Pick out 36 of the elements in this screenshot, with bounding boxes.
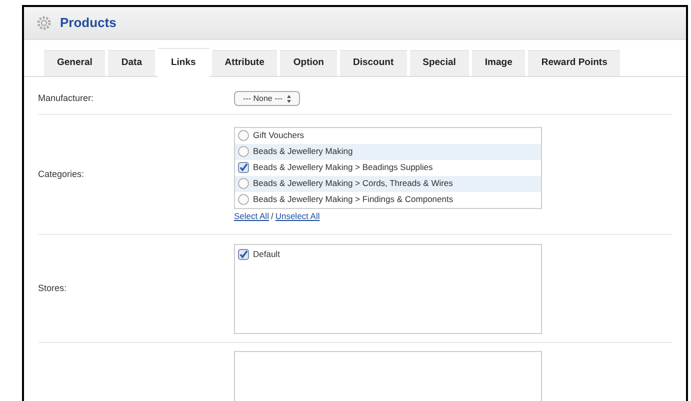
tab[interactable]: Special bbox=[410, 50, 469, 76]
category-option[interactable]: Beads & Jewellery Making > Beadings Supplies bbox=[235, 160, 541, 176]
category-option[interactable]: Beads & Jewellery Making bbox=[235, 144, 541, 160]
checkbox[interactable] bbox=[238, 194, 249, 206]
category-label: Beads & Jewellery Making > Beadings Supplies bbox=[253, 161, 433, 174]
category-label: Beads & Jewellery Making bbox=[253, 145, 353, 158]
tab[interactable]: Attribute bbox=[212, 50, 278, 76]
tab[interactable]: General bbox=[44, 50, 106, 76]
category-label: Beads & Jewellery Making > Findings & Components bbox=[253, 193, 454, 206]
page-title: Products bbox=[60, 14, 116, 32]
category-label: Gift Vouchers bbox=[253, 129, 304, 142]
category-label: Beads & Jewellery Making > Cords, Threads & Wires bbox=[253, 177, 453, 190]
checkbox[interactable] bbox=[238, 178, 249, 190]
tab[interactable]: Discount bbox=[340, 50, 407, 76]
tab[interactable]: Data bbox=[108, 50, 155, 76]
tab[interactable]: Option bbox=[280, 50, 337, 76]
checkbox[interactable] bbox=[238, 162, 249, 174]
link-separator: / bbox=[270, 210, 274, 222]
store-label: Default bbox=[253, 248, 280, 261]
checkbox[interactable] bbox=[238, 130, 249, 142]
category-option[interactable]: Beads & Jewellery Making > Cords, Threads & Wires bbox=[235, 176, 541, 192]
tab[interactable]: Image bbox=[472, 50, 526, 76]
category-option[interactable]: Beads & Jewellery Making > Findings & Components bbox=[235, 192, 541, 208]
manufacturer-dropdown[interactable]: --- None --- bbox=[234, 91, 300, 106]
field-label: Categories: bbox=[38, 168, 86, 181]
dropdown-arrows-icon bbox=[286, 94, 291, 102]
field-label: Manufacturer: bbox=[38, 92, 95, 105]
select-all-link[interactable]: Select All bbox=[234, 210, 269, 222]
tab[interactable]: Links bbox=[158, 48, 209, 77]
checkbox[interactable] bbox=[238, 249, 249, 260]
field-label: Stores: bbox=[38, 282, 68, 295]
unselect-all-link[interactable]: Unselect All bbox=[275, 210, 320, 222]
store-option[interactable]: Default bbox=[238, 248, 538, 262]
gear-icon bbox=[36, 15, 52, 31]
checkbox[interactable] bbox=[238, 146, 249, 158]
tab[interactable]: Reward Points bbox=[528, 50, 620, 76]
